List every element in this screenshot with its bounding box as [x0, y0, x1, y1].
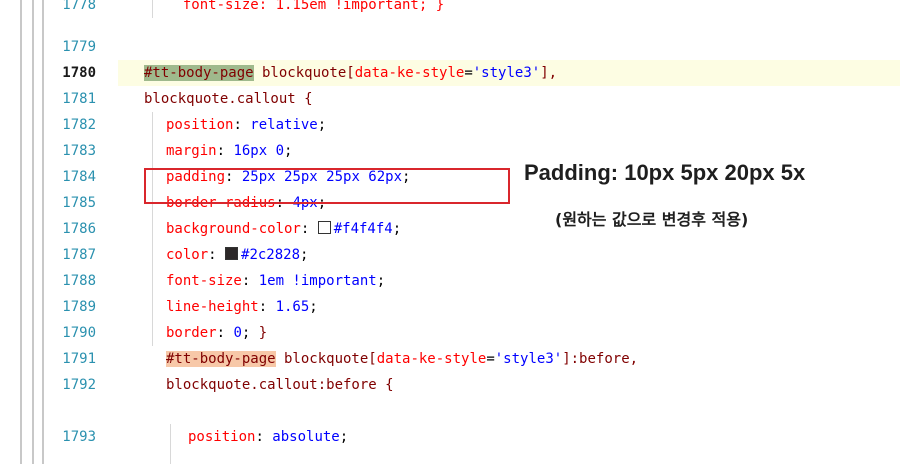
- line-number: 1784: [62, 169, 96, 185]
- code-line[interactable]: 1787 color: #2c2828;: [0, 242, 900, 268]
- code-line[interactable]: 1788 font-size: 1em !important;: [0, 268, 900, 294]
- annotation-subtitle: (원하는 값으로 변경후 적용): [555, 210, 749, 229]
- line-number: 1783: [62, 143, 96, 159]
- annotation-title: Padding: 10px 5px 20px 5x: [524, 160, 806, 185]
- code-text: #tt-body-page blockquote[data-ke-style='…: [144, 65, 558, 81]
- code-line[interactable]: 1781 blockquote.callout {: [0, 86, 900, 112]
- line-number: 1786: [62, 221, 96, 237]
- code-text: position: relative;: [166, 117, 327, 133]
- line-number: 1790: [62, 325, 96, 341]
- line-number: 1788: [62, 273, 96, 289]
- code-editor[interactable]: 1778 font-size: 1.15em !important; } 177…: [0, 0, 900, 464]
- line-number: 1793: [62, 429, 96, 445]
- line-number: 1789: [62, 299, 96, 315]
- code-text: #tt-body-page blockquote[data-ke-style='…: [166, 351, 639, 367]
- code-line[interactable]: 1791 #tt-body-page blockquote[data-ke-st…: [0, 346, 900, 372]
- line-number: 1792: [62, 377, 96, 393]
- line-number: 1781: [62, 91, 96, 107]
- code-line[interactable]: 1786 background-color: #f4f4f4;: [0, 216, 900, 242]
- code-text: font-size: 1em !important;: [166, 273, 386, 289]
- code-line[interactable]: 1782 position: relative;: [0, 112, 900, 138]
- code-text: color: #2c2828;: [166, 247, 309, 263]
- code-line[interactable]: 1778 font-size: 1.15em !important; }: [0, 0, 900, 18]
- highlight-box: [144, 168, 510, 204]
- code-text: blockquote.callout:before {: [166, 377, 394, 393]
- code-line[interactable]: 1792 blockquote.callout:before {: [0, 372, 900, 398]
- line-number: 1791: [62, 351, 96, 367]
- line-number: 1780: [62, 65, 96, 81]
- code-text: blockquote.callout {: [144, 91, 313, 107]
- line-number: 1779: [62, 39, 96, 55]
- color-swatch-icon[interactable]: [225, 247, 239, 260]
- color-swatch-icon[interactable]: [317, 221, 331, 234]
- code-text: font-size: 1.15em !important; }: [166, 0, 445, 13]
- line-number: 1785: [62, 195, 96, 211]
- code-text: margin: 16px 0;: [166, 143, 293, 159]
- line-number: 1787: [62, 247, 96, 263]
- code-text: border: 0; }: [166, 325, 268, 341]
- code-line[interactable]: 1789 line-height: 1.65;: [0, 294, 900, 320]
- code-line[interactable]: 1793 position: absolute;: [0, 424, 900, 450]
- code-line[interactable]: 1779: [0, 34, 900, 60]
- code-line[interactable]: 1780 #tt-body-page blockquote[data-ke-st…: [0, 60, 900, 86]
- code-text: line-height: 1.65;: [166, 299, 318, 315]
- line-number: 1782: [62, 117, 96, 133]
- code-line[interactable]: 1790 border: 0; }: [0, 320, 900, 346]
- line-number: 1778: [62, 0, 96, 13]
- code-text: position: absolute;: [188, 429, 349, 445]
- code-text: background-color: #f4f4f4;: [166, 221, 402, 237]
